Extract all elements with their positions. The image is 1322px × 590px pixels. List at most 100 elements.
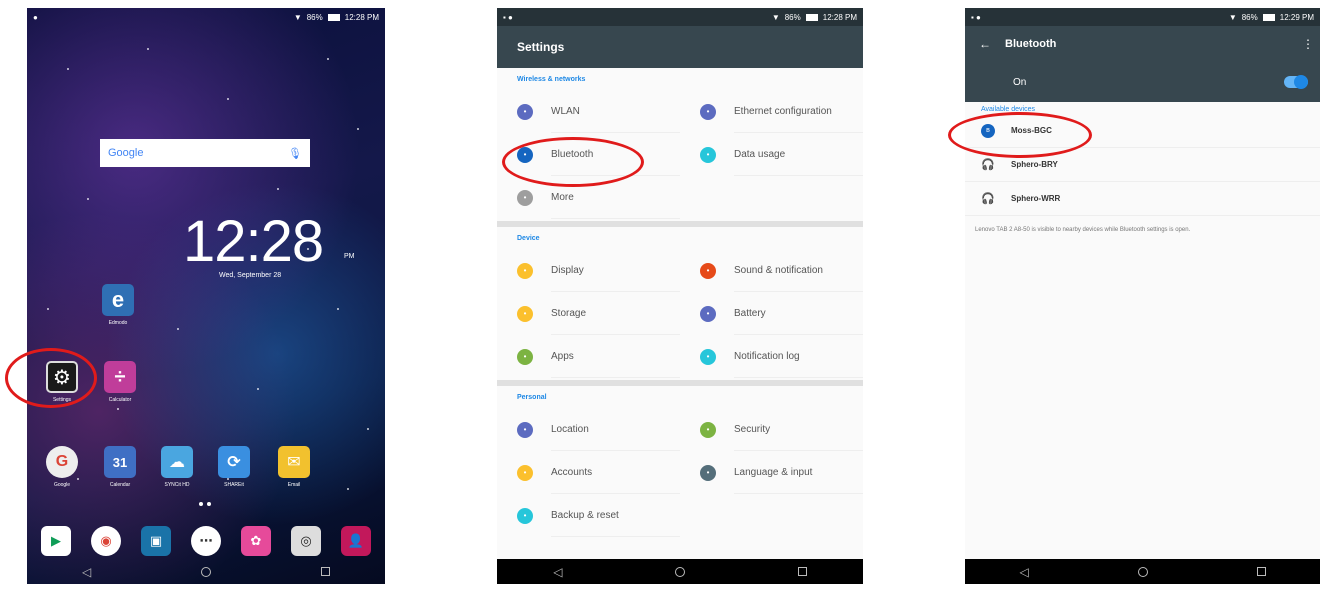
status-bar: ● ▼ 86% 12:28 PM: [27, 8, 385, 26]
data-usage-icon: •: [700, 146, 716, 163]
settings-item-location[interactable]: • Location: [497, 408, 680, 451]
settings-item-storage[interactable]: • Storage: [497, 292, 680, 335]
nav-bar: ◁: [27, 559, 385, 584]
contacts-icon[interactable]: 👤: [341, 526, 371, 556]
star-decoration: [327, 58, 329, 60]
settings-item-label: Language & input: [734, 451, 863, 494]
settings-item-backup-reset[interactable]: • Backup & reset: [497, 494, 680, 537]
section-header: Device: [517, 235, 540, 242]
photos-icon[interactable]: ✿: [241, 526, 271, 556]
bluetooth-title-bar: ← Bluetooth ⋮: [965, 26, 1320, 62]
settings-item-language-input[interactable]: • Language & input: [680, 451, 863, 494]
back-icon[interactable]: ◁: [82, 565, 91, 579]
settings-item-label: Security: [734, 408, 863, 451]
settings-item-wlan[interactable]: • WLAN: [497, 90, 680, 133]
microphone-icon[interactable]: 🎙: [288, 147, 302, 160]
settings-row: • Location • Security: [497, 408, 863, 451]
battery-percent: 86%: [306, 12, 323, 22]
app-google[interactable]: G Google: [43, 446, 81, 488]
star-decoration: [117, 408, 119, 410]
overflow-menu-icon[interactable]: ⋮: [1296, 37, 1320, 51]
settings-item-label: Sound & notification: [734, 249, 863, 292]
battery-icon: [805, 13, 818, 21]
status-bar: ▪ ● ▼ 86% 12:28 PM: [497, 8, 863, 26]
sound-icon: •: [700, 262, 716, 279]
dock: ▶ ◉ ▣ ⋯ ✿ ◎ 👤: [41, 526, 371, 556]
app-drawer-icon[interactable]: ⋯: [191, 526, 221, 556]
date-label: Wed, September 28: [219, 272, 282, 279]
star-decoration: [177, 328, 179, 330]
status-time: 12:29 PM: [1279, 12, 1314, 22]
settings-item-label: Storage: [551, 292, 680, 335]
empty-cell: [680, 176, 863, 219]
app-label: SYNCit HD: [164, 482, 190, 488]
app-email[interactable]: ✉ Email: [275, 446, 313, 488]
nav-bar: ◁: [965, 559, 1320, 584]
battery-icon: [327, 13, 340, 21]
settings-item-security[interactable]: • Security: [680, 408, 863, 451]
home-icon[interactable]: [675, 566, 686, 577]
star-decoration: [367, 428, 369, 430]
home-icon[interactable]: [201, 566, 212, 577]
settings-row: • Apps • Notification log: [497, 335, 863, 378]
settings-item-label: Backup & reset: [551, 494, 680, 537]
highlight-circle-moss-bgc: [948, 112, 1092, 158]
app-label: Google: [53, 482, 71, 488]
chrome-icon[interactable]: ◉: [91, 526, 121, 556]
wifi-status-icon: ▼: [293, 12, 302, 22]
headset-icon: 🎧: [981, 159, 995, 171]
device-row-sphero-wrr[interactable]: 🎧 Sphero-WRR: [965, 182, 1320, 216]
settings-item-ethernet-configuration[interactable]: • Ethernet configuration: [680, 90, 863, 133]
calculator-icon: ÷: [104, 361, 136, 393]
back-arrow-icon[interactable]: ←: [965, 37, 1005, 51]
media-icon[interactable]: ▣: [141, 526, 171, 556]
app-shareit[interactable]: ⟳ SHAREit: [215, 446, 253, 488]
back-icon[interactable]: ◁: [553, 565, 562, 579]
bluetooth-toggle-switch[interactable]: [1284, 75, 1308, 89]
syncit-icon: ☁: [161, 446, 193, 478]
bluetooth-toggle-row[interactable]: On: [965, 62, 1320, 102]
recents-icon[interactable]: [797, 567, 807, 576]
google-icon: G: [46, 446, 78, 478]
section-header: Wireless & networks: [517, 76, 586, 83]
app-calendar[interactable]: 31 Calendar: [101, 446, 139, 488]
play-store-icon[interactable]: ▶: [41, 526, 71, 556]
settings-item-label: Location: [551, 408, 680, 451]
page-title: Settings: [517, 40, 565, 54]
notification-icon: ●: [33, 12, 38, 22]
settings-item-data-usage[interactable]: • Data usage: [680, 133, 863, 176]
app-label: Calculator: [108, 397, 132, 403]
home-screen: ● ▼ 86% 12:28 PM Google 🎙 12:28 PM Wed, Se…: [27, 8, 385, 584]
camera-icon[interactable]: ◎: [291, 526, 321, 556]
status-time: 12:28 PM: [344, 12, 379, 22]
visibility-note: Lenovo TAB 2 A8-50 is visible to nearby …: [975, 227, 1191, 233]
backup-icon: •: [517, 507, 533, 524]
headset-icon: 🎧: [981, 193, 995, 205]
settings-item-label: Battery: [734, 292, 863, 335]
star-decoration: [337, 308, 339, 310]
google-search-bar[interactable]: Google 🎙: [100, 139, 310, 167]
app-label: Email: [287, 482, 301, 488]
app-edmodo[interactable]: e Edmodo: [99, 284, 137, 326]
bluetooth-screen: ▪ ● ▼ 86% 12:29 PM ← Bluetooth ⋮ On Availa…: [965, 8, 1320, 584]
settings-item-sound-notification[interactable]: • Sound & notification: [680, 249, 863, 292]
settings-screen: ▪ ● ▼ 86% 12:28 PM Settings Wireless & net…: [497, 8, 863, 584]
settings-item-notification-log[interactable]: • Notification log: [680, 335, 863, 378]
page-title: Bluetooth: [1005, 38, 1057, 50]
clock-widget[interactable]: 12:28: [183, 208, 324, 275]
app-label: Calendar: [109, 482, 131, 488]
back-icon[interactable]: ◁: [1019, 565, 1028, 579]
email-icon: ✉: [278, 446, 310, 478]
settings-item-apps[interactable]: • Apps: [497, 335, 680, 378]
settings-item-accounts[interactable]: • Accounts: [497, 451, 680, 494]
settings-item-display[interactable]: • Display: [497, 249, 680, 292]
settings-item-battery[interactable]: • Battery: [680, 292, 863, 335]
space-wallpaper: [27, 8, 385, 584]
recents-icon[interactable]: [321, 567, 331, 576]
edmodo-icon: e: [102, 284, 134, 316]
recents-icon[interactable]: [1256, 567, 1266, 576]
wifi-status-icon: ▼: [771, 12, 780, 22]
home-icon[interactable]: [1137, 566, 1148, 577]
app-syncit[interactable]: ☁ SYNCit HD: [158, 446, 196, 488]
app-calculator[interactable]: ÷ Calculator: [101, 361, 139, 403]
